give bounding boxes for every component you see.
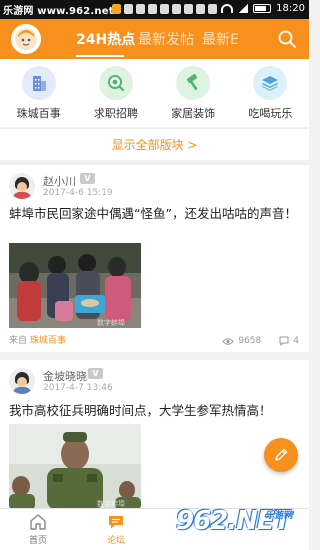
wifi-icon (221, 4, 234, 13)
category-home-decor[interactable]: 家居装饰 (155, 59, 232, 127)
notification-icon (124, 4, 133, 14)
avatar[interactable] (9, 173, 35, 199)
notification-icon (172, 4, 181, 14)
layers-icon (253, 66, 288, 100)
post-title[interactable]: 我市高校征兵明确时间点，大学生参军热情高！ (9, 402, 303, 420)
view-count: 9658 (238, 336, 262, 346)
category-grid: 珠城百事 求职招聘 家居装饰 吃喝玩乐 (0, 59, 309, 127)
category-food-fun[interactable]: 吃喝玩乐 (232, 59, 309, 127)
post-time: 2017-4-6 15:19 (43, 188, 113, 198)
forum-icon (109, 516, 123, 529)
post-source: 来自 珠城百事 (9, 333, 66, 346)
post-image[interactable]: 数字蚌埠 (9, 424, 141, 510)
level-badge: V (88, 368, 103, 379)
home-icon (30, 514, 46, 530)
category-label: 家居装饰 (171, 107, 216, 120)
notification-icon (196, 4, 205, 14)
post-card[interactable]: 赵小川 V 2017-4-6 15:19 蚌埠市民回家途中偶遇“怪鱼”，还发出咕… (0, 165, 309, 352)
post-image[interactable]: 数字蚌埠 (9, 243, 141, 328)
nav-label: 首页 (28, 536, 47, 546)
tab-latest-e[interactable]: 最新E (202, 29, 239, 49)
building-icon (21, 66, 56, 100)
bottom-navigation: 首页 论坛 (0, 508, 309, 550)
source-forum-link[interactable]: 珠城百事 (30, 336, 66, 346)
notification-icons (112, 4, 217, 14)
category-label: 吃喝玩乐 (248, 107, 293, 120)
category-jobs[interactable]: 求职招聘 (77, 59, 154, 127)
category-label: 求职招聘 (93, 107, 138, 120)
notification-icon (160, 4, 169, 14)
nav-forum[interactable]: 论坛 (86, 513, 146, 546)
level-badge: V (80, 173, 95, 184)
notification-icon (148, 4, 157, 14)
post-title[interactable]: 蚌埠市民回家途中偶遇“怪鱼”，还发出咕咕的声音！ (9, 205, 303, 223)
hammer-icon (176, 66, 211, 100)
category-label: 珠城百事 (16, 107, 61, 120)
avatar-icon (15, 28, 37, 50)
post-stats: 9658 4 (222, 336, 299, 346)
site-watermark-text: 乐游网 www.962.net (3, 6, 114, 17)
tab-24h-hot[interactable]: 24H热点 (76, 29, 135, 49)
search-job-icon (98, 66, 133, 100)
notification-icon (184, 4, 193, 14)
status-time: 18:20 (276, 3, 305, 14)
user-avatar-button[interactable] (11, 24, 41, 54)
post-username[interactable]: 赵小川 (43, 173, 76, 189)
nav-home[interactable]: 首页 (8, 513, 68, 546)
avatar[interactable] (9, 368, 35, 394)
nav-label: 论坛 (106, 536, 125, 546)
status-bar: 乐游网 www.962.net 18:20 (0, 0, 309, 19)
svg-text:数字蚌埠: 数字蚌埠 (97, 499, 125, 508)
show-all-forums-link[interactable]: 显示全部版块 > (0, 128, 309, 160)
post-time: 2017-4-7 13:46 (43, 383, 113, 393)
comment-icon[interactable] (279, 336, 289, 346)
search-icon[interactable] (277, 29, 297, 49)
post-username[interactable]: 金坡晓晓 (43, 368, 87, 384)
post-card[interactable]: 金坡晓晓 V 2017-4-7 13:46 我市高校征兵明确时间点，大学生参军热… (0, 360, 309, 510)
category-zhucheng-news[interactable]: 珠城百事 (0, 59, 77, 127)
svg-text:数字蚌埠: 数字蚌埠 (97, 318, 125, 327)
notification-icon (136, 4, 145, 14)
notification-icon (208, 4, 217, 14)
active-tab-indicator (76, 55, 124, 57)
compose-post-button[interactable] (264, 438, 298, 472)
signal-icon (238, 4, 249, 13)
battery-icon (253, 4, 272, 13)
source-prefix: 来自 (9, 336, 28, 346)
top-header: 24H热点 最新发帖 最新E (0, 19, 309, 59)
comment-count: 4 (293, 336, 299, 346)
pencil-icon (275, 448, 288, 461)
status-right: 18:20 (221, 3, 305, 14)
notification-icon (112, 4, 121, 14)
app-screen: 乐游网 www.962.net 18:20 24H热点 最新发帖 最新E 珠城百… (0, 0, 309, 550)
eye-icon (222, 337, 235, 345)
tab-latest-posts[interactable]: 最新发帖 (138, 29, 194, 49)
